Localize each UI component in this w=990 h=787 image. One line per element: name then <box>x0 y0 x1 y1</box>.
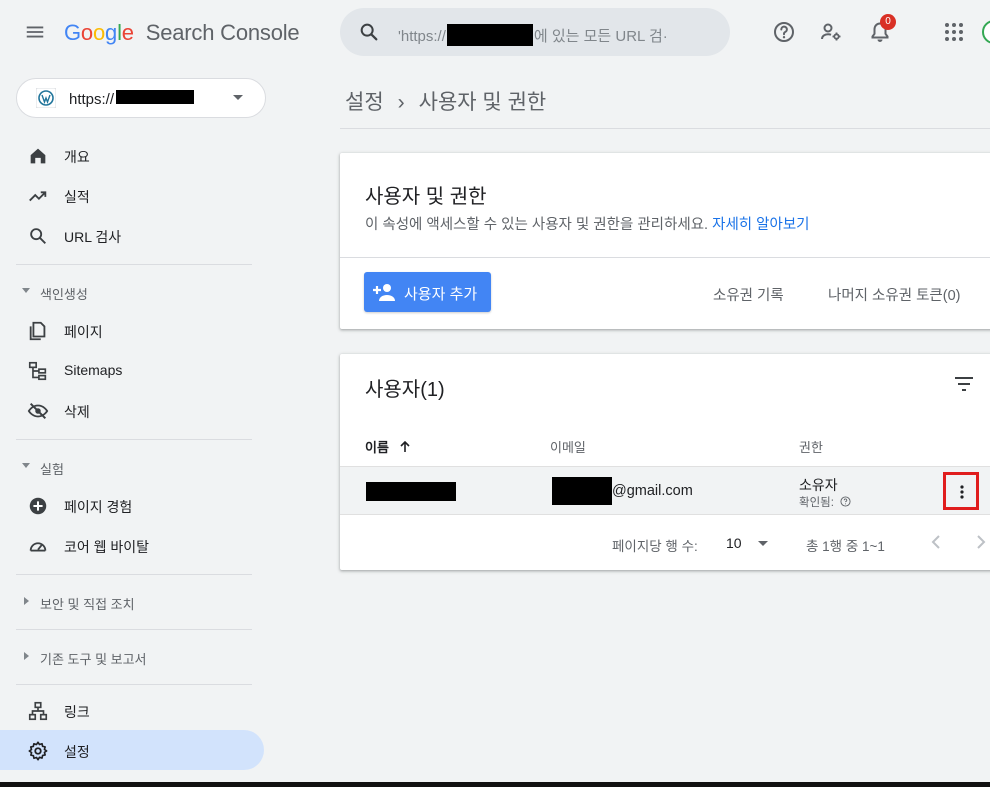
nav-core-web-vitals[interactable]: 코어 웹 바이탈 <box>0 525 264 565</box>
search-icon[interactable] <box>358 21 380 43</box>
nav-sitemaps[interactable]: Sitemaps <box>0 350 264 390</box>
breadcrumb-current: 사용자 및 권한 <box>418 91 547 114</box>
next-page-icon[interactable] <box>970 532 990 552</box>
sidebar-divider <box>16 684 252 685</box>
more-vert-icon <box>960 485 964 499</box>
table-row[interactable]: @gmail.com 소유자 확인됨: <box>340 466 990 515</box>
trending-up-icon <box>29 191 47 202</box>
nav-url-inspection[interactable]: URL 검사 <box>0 215 264 255</box>
plus-circle-icon <box>29 497 47 515</box>
section-security[interactable]: 보안 및 직접 조치 <box>0 586 264 616</box>
main-divider <box>340 128 990 129</box>
sidebar-divider <box>16 439 252 440</box>
redacted-email <box>552 477 612 505</box>
arrow-up-icon <box>399 441 410 452</box>
column-header-email: 이메일 <box>550 440 586 455</box>
person-add-icon <box>373 284 395 301</box>
sitemap-icon <box>28 361 47 381</box>
links-icon <box>28 701 48 721</box>
card-title: 사용자 및 권한 <box>365 186 487 208</box>
nav-page-experience[interactable]: 페이지 경험 <box>0 485 264 525</box>
gauge-icon <box>29 542 47 552</box>
gear-icon <box>28 741 48 761</box>
chevron-down-icon <box>758 541 768 546</box>
account-avatar[interactable] <box>982 20 990 44</box>
sidebar-divider <box>16 264 252 265</box>
sidebar-divider <box>16 629 252 630</box>
search-input[interactable]: 'https://에 있는 모든 URL 검· <box>398 24 668 46</box>
ownership-history-button[interactable]: 소유권 기록 <box>713 284 784 305</box>
chevron-down-icon <box>22 463 30 468</box>
help-icon <box>774 22 794 42</box>
verification-status: 확인됨: <box>799 494 851 510</box>
chevron-down-icon <box>233 95 243 100</box>
filter-icon[interactable] <box>952 372 976 396</box>
users-title: 사용자(1) <box>365 379 445 401</box>
apps-icon <box>945 23 963 41</box>
column-header-permission: 권한 <box>799 440 823 455</box>
manage-users-button[interactable] <box>815 16 847 48</box>
rows-per-page-label: 페이지당 행 수: <box>612 539 698 554</box>
section-indexing[interactable]: 색인생성 <box>0 276 264 306</box>
chevron-right-icon <box>24 597 29 605</box>
prev-page-icon[interactable] <box>927 532 947 552</box>
section-experience[interactable]: 실험 <box>0 451 264 481</box>
redacted-block <box>116 90 195 104</box>
window-bottom-edge <box>0 782 990 787</box>
sidebar-divider <box>16 574 252 575</box>
nav-pages[interactable]: 페이지 <box>0 310 264 350</box>
wordpress-icon <box>36 88 56 108</box>
user-permission: 소유자 <box>799 477 838 493</box>
card-description: 이 속성에 액세스할 수 있는 사용자 및 권한을 관리하세요. 자세히 알아보… <box>365 217 810 233</box>
nav-overview[interactable]: 개요 <box>0 135 264 175</box>
learn-more-link[interactable]: 자세히 알아보기 <box>712 217 809 233</box>
apps-button[interactable] <box>938 16 970 48</box>
nav-settings[interactable]: 설정 <box>0 730 264 770</box>
user-email: @gmail.com <box>612 483 693 499</box>
property-selector[interactable]: https:// <box>16 78 266 118</box>
permissions-card: 사용자 및 권한 이 속성에 액세스할 수 있는 사용자 및 권한을 관리하세요… <box>340 153 990 329</box>
breadcrumb: 설정 › 사용자 및 권한 <box>345 86 546 116</box>
search-icon <box>30 228 46 244</box>
column-header-name[interactable]: 이름 <box>365 437 411 456</box>
section-legacy-tools[interactable]: 기존 도구 및 보고서 <box>0 641 264 671</box>
redacted-name <box>366 482 456 501</box>
pagination-range: 총 1행 중 1~1 <box>806 539 885 554</box>
rows-per-page-select[interactable]: 10 <box>726 532 774 554</box>
sidebar: https:// 개요 실적 URL 검사 색인생성 페이지 Sitemaps … <box>0 64 270 787</box>
nav-links[interactable]: 링크 <box>0 690 264 730</box>
property-label: https:// <box>69 90 195 108</box>
redacted-block <box>446 24 533 46</box>
top-app-bar: Google Search Console 'https://에 있는 모든 U… <box>0 0 990 64</box>
add-user-button[interactable]: 사용자 추가 <box>364 272 491 312</box>
unverify-tokens-button[interactable]: 나머지 소유권 토큰(0) <box>828 284 961 305</box>
product-name: Search Console <box>145 20 300 45</box>
card-divider <box>340 257 990 258</box>
row-more-options-button[interactable] <box>943 472 979 510</box>
notification-count-badge: 0 <box>880 14 896 30</box>
chevron-right-icon: › <box>397 91 405 114</box>
pages-icon <box>29 321 46 341</box>
help-button[interactable] <box>768 16 800 48</box>
menu-icon[interactable] <box>24 21 46 43</box>
eye-off-icon <box>27 402 49 420</box>
nav-removals[interactable]: 삭제 <box>0 390 264 430</box>
chevron-down-icon <box>22 288 30 293</box>
breadcrumb-parent[interactable]: 설정 <box>345 91 384 114</box>
users-card: 사용자(1) 이름 이메일 권한 @gmail.com 소유자 확인됨: 페이지… <box>340 354 990 570</box>
chevron-right-icon <box>24 652 29 660</box>
manage-users-icon <box>821 23 841 41</box>
notifications-button[interactable]: 0 <box>864 14 896 48</box>
url-inspect-search[interactable]: 'https://에 있는 모든 URL 검· <box>340 8 730 56</box>
google-search-console-logo[interactable]: Google Search Console <box>64 20 300 46</box>
home-icon <box>30 148 46 164</box>
help-icon[interactable] <box>840 496 851 507</box>
nav-performance[interactable]: 실적 <box>0 175 264 215</box>
